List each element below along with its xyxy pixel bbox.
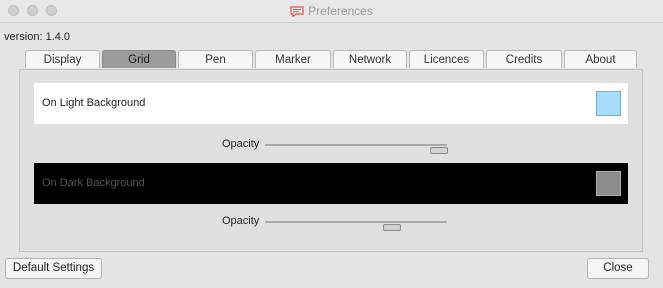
- dark-grid-color-swatch[interactable]: [596, 171, 621, 196]
- tab-grid[interactable]: Grid: [102, 50, 176, 68]
- chat-bubble-icon: [290, 6, 304, 17]
- light-background-label: On Light Background: [42, 97, 146, 109]
- title-bar: Preferences: [0, 0, 663, 23]
- tab-credits[interactable]: Credits: [486, 50, 562, 68]
- grid-settings-panel: On Light Background Opacity On Dark Back…: [19, 69, 643, 252]
- light-opacity-label: Opacity: [222, 138, 260, 150]
- light-background-row: On Light Background: [34, 83, 628, 124]
- dark-opacity-slider-track[interactable]: [265, 221, 447, 231]
- version-label: version: 1.4.0: [4, 31, 71, 43]
- default-settings-button[interactable]: Default Settings: [5, 258, 102, 279]
- dark-background-row: On Dark Background: [34, 163, 628, 204]
- light-opacity-slider-track[interactable]: [265, 144, 448, 154]
- tab-pen[interactable]: Pen: [178, 50, 253, 68]
- window-title-group: Preferences: [0, 4, 663, 18]
- tab-about[interactable]: About: [564, 50, 637, 68]
- tab-marker[interactable]: Marker: [255, 50, 331, 68]
- tab-bar: Display Grid Pen Marker Network Licences…: [25, 50, 639, 69]
- light-grid-color-swatch[interactable]: [596, 91, 621, 116]
- close-button[interactable]: Close: [587, 258, 649, 279]
- dark-background-label: On Dark Background: [42, 177, 145, 189]
- light-opacity-row: Opacity: [20, 138, 644, 154]
- light-opacity-slider-thumb[interactable]: [429, 147, 448, 154]
- dark-opacity-row: Opacity: [20, 215, 644, 231]
- tab-display[interactable]: Display: [25, 50, 100, 68]
- dark-opacity-label: Opacity: [222, 215, 260, 227]
- dark-opacity-slider-thumb[interactable]: [382, 224, 401, 231]
- tab-network[interactable]: Network: [333, 50, 407, 68]
- window-title: Preferences: [308, 4, 373, 18]
- tab-licences[interactable]: Licences: [409, 50, 484, 68]
